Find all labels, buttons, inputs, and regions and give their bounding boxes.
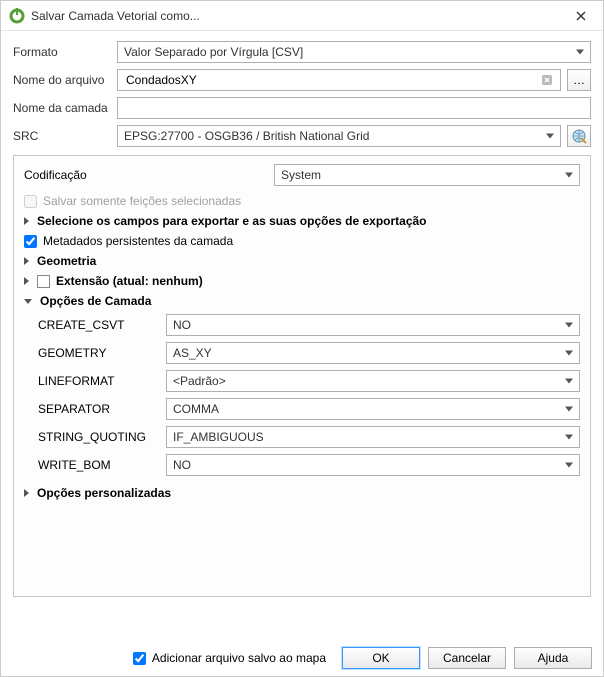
encoding-label: Codificação: [24, 168, 274, 182]
format-label: Formato: [13, 45, 111, 59]
filename-input[interactable]: [124, 72, 537, 88]
separator-combo[interactable]: COMMA: [166, 398, 580, 420]
collapse-icon[interactable]: [24, 299, 32, 304]
dialog-content: Formato Valor Separado por Vírgula [CSV]…: [1, 31, 603, 597]
lineformat-label: LINEFORMAT: [38, 374, 160, 388]
expand-icon[interactable]: [24, 489, 29, 497]
expand-icon[interactable]: [24, 277, 29, 285]
expand-icon[interactable]: [24, 217, 29, 225]
layername-input-wrap: [117, 97, 591, 119]
chevron-down-icon: [565, 323, 573, 328]
persistent-meta-label: Metadados persistentes da camada: [43, 234, 233, 248]
write-bom-label: WRITE_BOM: [38, 458, 160, 472]
geometry-opt-value: AS_XY: [173, 346, 212, 360]
extent-checkbox[interactable]: [37, 275, 50, 288]
chevron-down-icon: [565, 173, 573, 178]
crs-value: EPSG:27700 - OSGB36 / British National G…: [124, 129, 369, 143]
persistent-meta-row: Metadados persistentes da camada: [24, 234, 580, 248]
geometry-section[interactable]: Geometria: [37, 254, 96, 268]
chevron-down-icon: [565, 463, 573, 468]
create-csvt-value: NO: [173, 318, 191, 332]
browse-button[interactable]: …: [567, 69, 591, 91]
string-quoting-combo[interactable]: IF_AMBIGUOUS: [166, 426, 580, 448]
crs-combo[interactable]: EPSG:27700 - OSGB36 / British National G…: [117, 125, 561, 147]
chevron-down-icon: [576, 50, 584, 55]
custom-options-section[interactable]: Opções personalizadas: [37, 486, 171, 500]
crs-label: SRC: [13, 129, 111, 143]
layername-label: Nome da camada: [13, 101, 111, 115]
window-title: Salvar Camada Vetorial como...: [31, 9, 567, 23]
write-bom-combo[interactable]: NO: [166, 454, 580, 476]
selected-only-checkbox: [24, 195, 37, 208]
string-quoting-value: IF_AMBIGUOUS: [173, 430, 264, 444]
separator-label: SEPARATOR: [38, 402, 160, 416]
close-icon[interactable]: [567, 6, 595, 26]
encoding-value: System: [281, 168, 321, 182]
chevron-down-icon: [565, 351, 573, 356]
crs-picker-button[interactable]: [567, 125, 591, 147]
lineformat-combo[interactable]: <Padrão>: [166, 370, 580, 392]
expand-icon[interactable]: [24, 257, 29, 265]
ok-button[interactable]: OK: [342, 647, 420, 669]
selected-only-label: Salvar somente feições selecionadas: [43, 194, 241, 208]
titlebar: Salvar Camada Vetorial como...: [1, 1, 603, 31]
chevron-down-icon: [565, 379, 573, 384]
layer-options-group: CREATE_CSVT NO GEOMETRY AS_XY LINEFORMAT…: [38, 314, 580, 476]
geometry-opt-combo[interactable]: AS_XY: [166, 342, 580, 364]
layer-options-section[interactable]: Opções de Camada: [40, 294, 151, 308]
add-to-map-checkbox[interactable]: [133, 652, 146, 665]
write-bom-value: NO: [173, 458, 191, 472]
ellipsis-icon: …: [573, 73, 585, 87]
layername-input[interactable]: [124, 100, 584, 116]
chevron-down-icon: [565, 435, 573, 440]
dialog-footer: Adicionar arquivo salvo ao mapa OK Cance…: [133, 647, 592, 669]
encoding-combo[interactable]: System: [274, 164, 580, 186]
app-icon: [9, 8, 25, 24]
chevron-down-icon: [546, 134, 554, 139]
format-value: Valor Separado por Vírgula [CSV]: [124, 45, 303, 59]
create-csvt-combo[interactable]: NO: [166, 314, 580, 336]
globe-icon: [571, 128, 587, 144]
clear-icon[interactable]: [541, 73, 554, 87]
persistent-meta-checkbox[interactable]: [24, 235, 37, 248]
create-csvt-label: CREATE_CSVT: [38, 318, 160, 332]
filename-label: Nome do arquivo: [13, 73, 111, 87]
fields-export-section[interactable]: Selecione os campos para exportar e as s…: [37, 214, 427, 228]
separator-value: COMMA: [173, 402, 219, 416]
geometry-opt-label: GEOMETRY: [38, 346, 160, 360]
lineformat-value: <Padrão>: [173, 374, 226, 388]
format-combo[interactable]: Valor Separado por Vírgula [CSV]: [117, 41, 591, 63]
string-quoting-label: STRING_QUOTING: [38, 430, 160, 444]
filename-input-wrap: [117, 69, 561, 91]
help-button[interactable]: Ajuda: [514, 647, 592, 669]
add-to-map-label: Adicionar arquivo salvo ao mapa: [152, 651, 326, 665]
extent-section[interactable]: Extensão (atual: nenhum): [56, 274, 203, 288]
chevron-down-icon: [565, 407, 573, 412]
selected-only-row: Salvar somente feições selecionadas: [24, 194, 580, 208]
options-panel: Codificação System Salvar somente feiçõe…: [13, 155, 591, 597]
cancel-button[interactable]: Cancelar: [428, 647, 506, 669]
